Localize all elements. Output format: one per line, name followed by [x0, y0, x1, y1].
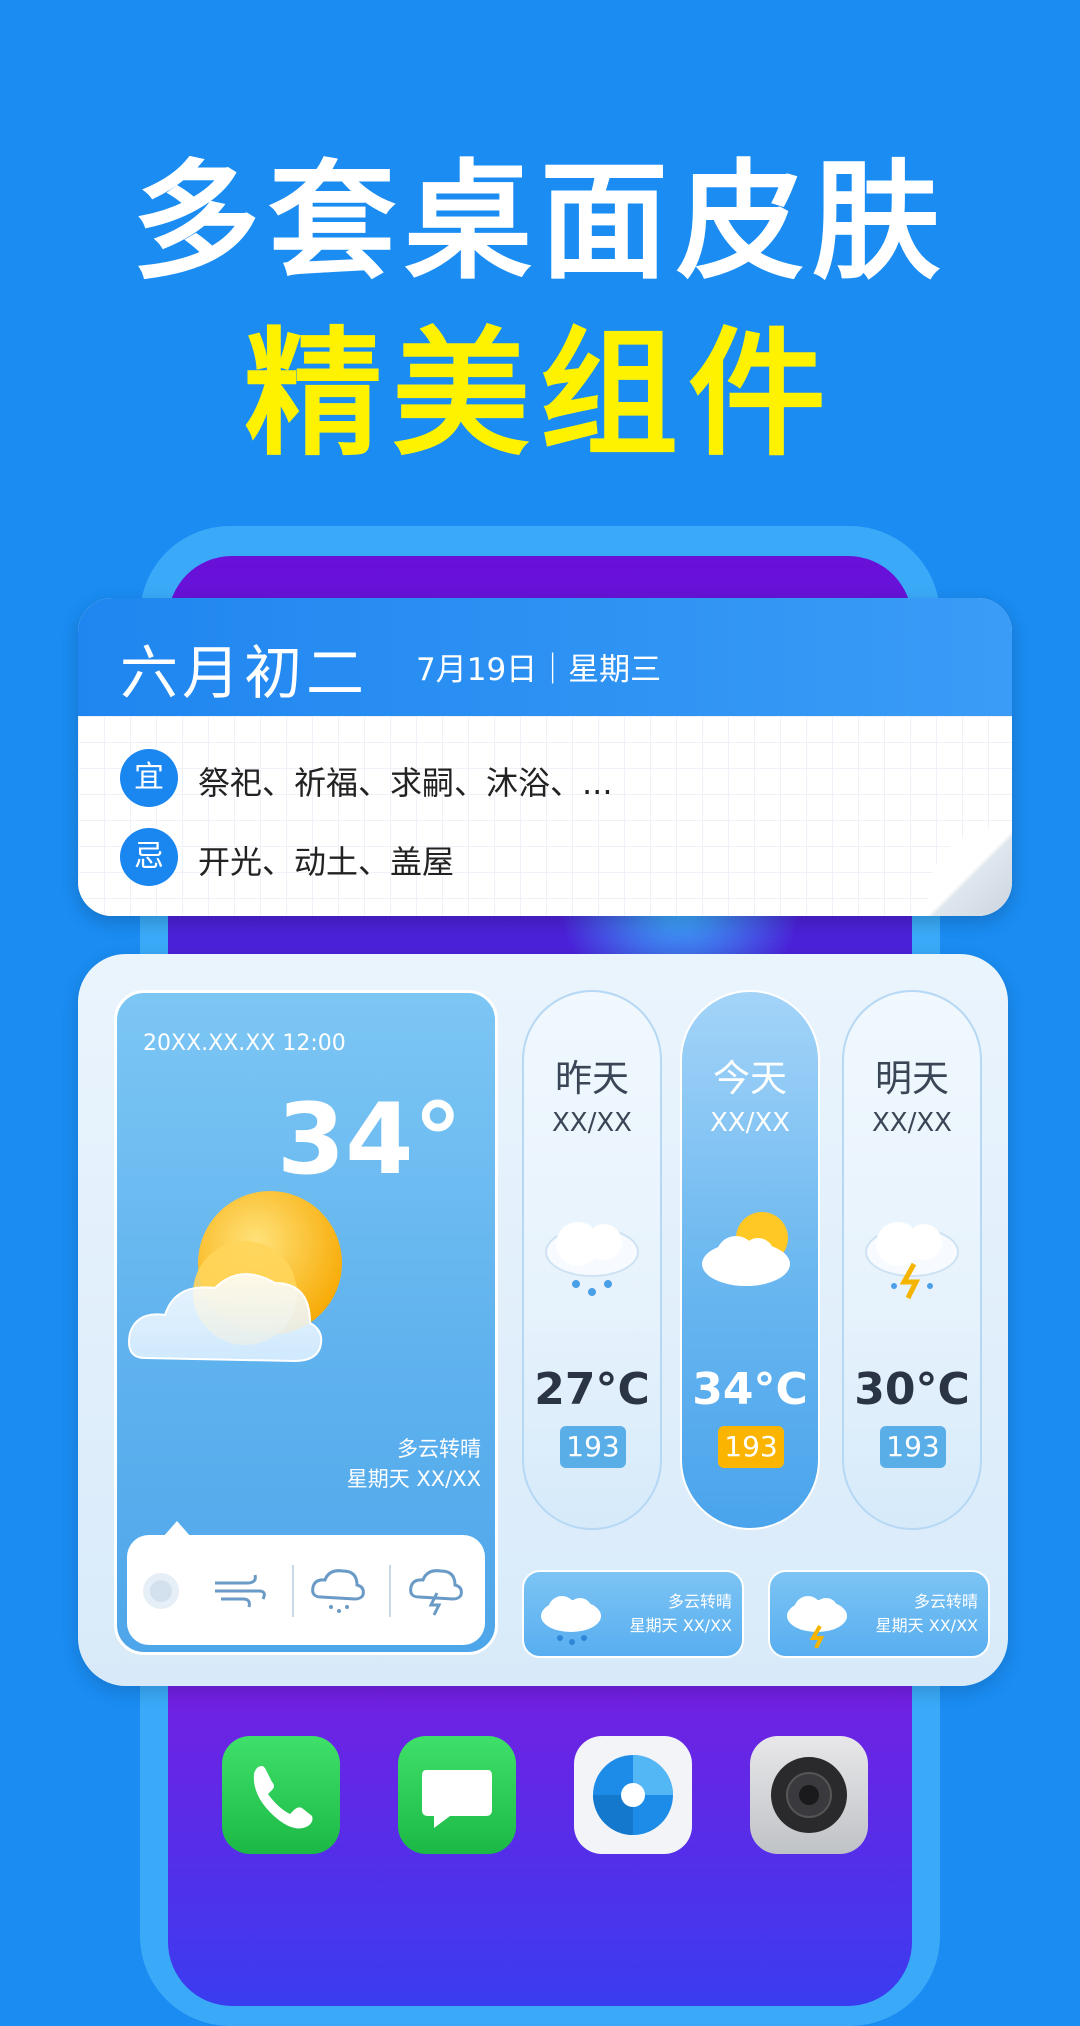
weather-condition: 多云转晴: [397, 1437, 481, 1461]
sun-icon[interactable]: [141, 1571, 181, 1611]
forecast-day: 今天: [713, 1057, 787, 1100]
forecast-temperature: 34°C: [692, 1364, 808, 1415]
bad-activities: 开光、动土、盖屋: [198, 843, 455, 881]
partly-cloudy-icon: [128, 1191, 342, 1363]
thunder-cloud-icon: [865, 1222, 959, 1300]
mini-weekday: 星期天 XX/XX: [875, 1616, 978, 1635]
thunder-cloud-icon: [787, 1596, 847, 1648]
mini-condition: 多云转晴: [913, 1592, 978, 1611]
lunar-date: 六月初二: [120, 639, 369, 707]
good-activities: 祭祀、祈福、求嗣、沐浴、...: [198, 764, 613, 802]
wind-icon[interactable]: [211, 1569, 267, 1613]
partly-cloudy-icon: [702, 1212, 790, 1286]
aqi-badge: 193: [880, 1426, 946, 1468]
good-badge: 宜: [120, 749, 178, 807]
forecast-temperature: 27°C: [534, 1364, 650, 1415]
forecast-temperature: 30°C: [854, 1364, 970, 1415]
calendar-body: 宜 祭祀、祈福、求嗣、沐浴、... 忌 开光、动土、盖屋: [78, 716, 1012, 916]
current-temperature: 34°: [277, 1083, 463, 1197]
forecast-date: XX/XX: [551, 1108, 632, 1138]
weather-action-bar: [127, 1535, 485, 1645]
calendar-header: 六月初二 7月19日｜星期三: [78, 598, 1012, 716]
weather-weekday: 星期天 XX/XX: [346, 1467, 481, 1491]
browser-icon: [593, 1755, 673, 1835]
weather-datetime: 20XX.XX.XX 12:00: [143, 1031, 346, 1056]
forecast-date: XX/XX: [709, 1108, 790, 1138]
thunder-cloud-icon[interactable]: [407, 1563, 467, 1619]
headline-line1: 多套桌面皮肤: [131, 148, 948, 297]
solar-date: 7月19日｜星期三: [416, 652, 662, 688]
phone-app-icon[interactable]: [222, 1736, 340, 1854]
forecast-yesterday[interactable]: 昨天 XX/XX 27°C 193: [522, 990, 662, 1530]
aqi-badge: 193: [560, 1426, 626, 1468]
mini-condition: 多云转晴: [667, 1592, 732, 1611]
current-weather-panel[interactable]: 20XX.XX.XX 12:00 34° 多云转晴 星期天 XX/XX: [114, 990, 498, 1655]
bar-separator: [389, 1565, 391, 1617]
forecast-tomorrow[interactable]: 明天 XX/XX 30°C 193: [842, 990, 982, 1530]
camera-app-icon[interactable]: [750, 1736, 868, 1854]
forecast-day: 昨天: [555, 1057, 629, 1100]
messages-app-icon[interactable]: [398, 1736, 516, 1854]
rain-cloud-icon: [545, 1222, 639, 1296]
camera-icon: [771, 1757, 847, 1833]
aqi-badge: 193: [718, 1426, 784, 1468]
forecast-day: 明天: [875, 1057, 949, 1100]
headline-line2: 精美组件: [243, 314, 836, 475]
mini-weekday: 星期天 XX/XX: [629, 1616, 732, 1635]
forecast-date: XX/XX: [871, 1108, 952, 1138]
rain-cloud-icon: [541, 1596, 601, 1645]
calendar-widget[interactable]: 六月初二 7月19日｜星期三 宜 祭祀、祈福、求嗣、沐浴、... 忌 开光、动土…: [78, 598, 1012, 916]
phone-icon: [253, 1766, 313, 1829]
browser-app-icon[interactable]: [574, 1736, 692, 1854]
bar-separator: [292, 1565, 294, 1617]
messages-icon: [422, 1770, 492, 1828]
bad-badge: 忌: [120, 828, 178, 886]
mini-weather-card[interactable]: 多云转晴 星期天 XX/XX: [522, 1570, 744, 1658]
rain-cloud-icon[interactable]: [309, 1563, 369, 1619]
forecast-today[interactable]: 今天 XX/XX 34°C 193: [680, 990, 820, 1530]
mini-weather-card[interactable]: 多云转晴 星期天 XX/XX: [768, 1570, 990, 1658]
